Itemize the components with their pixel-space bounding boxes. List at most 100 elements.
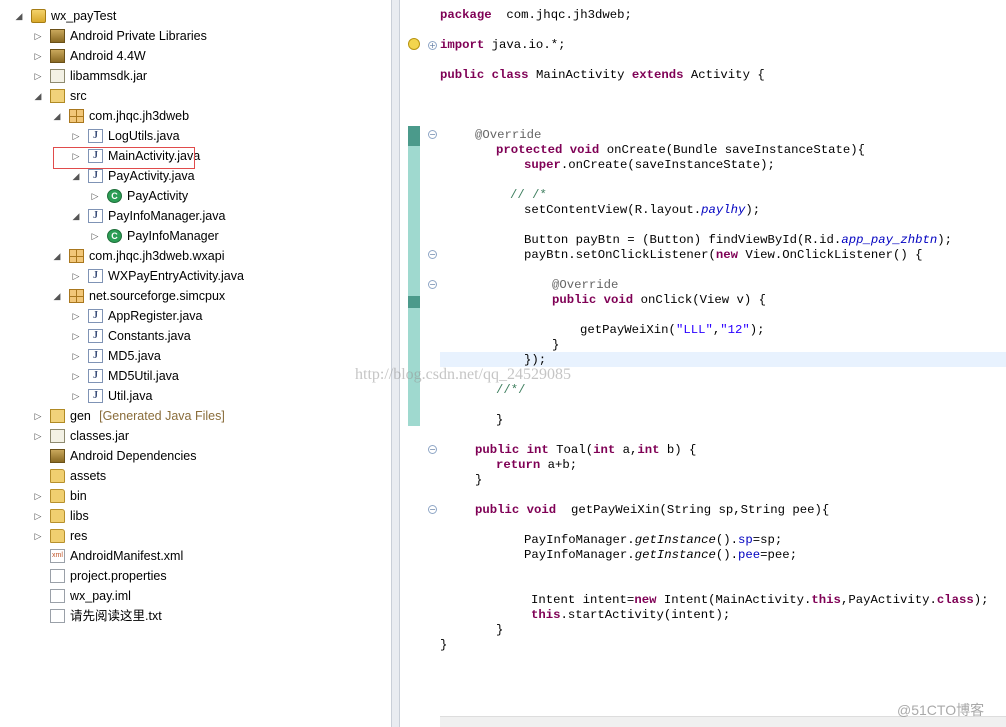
tree-item[interactable]: ▷ J WXPayEntryActivity.java [0, 266, 390, 286]
fold-expand-icon[interactable]: + [428, 41, 437, 50]
expanded-arrow-icon[interactable]: ◢ [71, 166, 81, 186]
file-icon [50, 569, 65, 583]
tree-item[interactable]: wx_pay.iml [0, 586, 390, 606]
tree-item[interactable]: ▷ Android 4.4W [0, 46, 390, 66]
collapsed-arrow-icon[interactable]: ▷ [33, 506, 43, 526]
tree-item[interactable]: ◢ J PayActivity.java [0, 166, 390, 186]
code-token: package [440, 8, 492, 22]
expanded-arrow-icon[interactable]: ◢ [14, 6, 24, 26]
expanded-arrow-icon[interactable]: ◢ [71, 206, 81, 226]
tree-item[interactable]: ▷ J Util.java [0, 386, 390, 406]
tree-item[interactable]: Android Dependencies [0, 446, 390, 466]
tree-item[interactable]: ◢ com.jhqc.jh3dweb [0, 106, 390, 126]
code-token: View.OnClickListener() { [738, 248, 923, 262]
tree-item[interactable]: ▷ libs [0, 506, 390, 526]
fold-collapse-icon[interactable]: − [428, 250, 437, 259]
collapsed-arrow-icon[interactable]: ▷ [90, 226, 100, 246]
collapsed-arrow-icon[interactable]: ▷ [33, 526, 43, 546]
code-line[interactable]: @Override [475, 128, 541, 143]
code-editor[interactable]: package com.jhqc.jh3dweb; import java.io.… [400, 0, 1006, 727]
selection-highlight-box [53, 147, 195, 169]
tree-item[interactable]: ▷ J MD5Util.java [0, 366, 390, 386]
code-line[interactable]: super.onCreate(saveInstanceState); [524, 158, 775, 173]
tree-item[interactable]: ▷ classes.jar [0, 426, 390, 446]
code-line[interactable]: public void getPayWeiXin(String sp,Strin… [475, 503, 829, 518]
code-line[interactable]: payBtn.setOnClickListener(new View.OnCli… [524, 248, 923, 263]
code-line[interactable]: } [475, 473, 482, 488]
tree-item-label: gen [70, 409, 91, 423]
tree-item[interactable]: ▷ bin [0, 486, 390, 506]
collapsed-arrow-icon[interactable]: ▷ [71, 346, 81, 366]
java-file-icon: J [88, 389, 103, 403]
code-line[interactable]: Button payBtn = (Button) findViewById(R.… [524, 233, 952, 248]
collapsed-arrow-icon[interactable]: ▷ [33, 426, 43, 446]
tree-item[interactable]: project.properties [0, 566, 390, 586]
tree-item[interactable]: ▷ res [0, 526, 390, 546]
tree-item[interactable]: ◢ J PayInfoManager.java [0, 206, 390, 226]
tree-item[interactable]: ▷ Android Private Libraries [0, 26, 390, 46]
tree-item[interactable]: ◢ src [0, 86, 390, 106]
tree-item[interactable]: ▷ gen [Generated Java Files] [0, 406, 390, 426]
code-line[interactable]: package com.jhqc.jh3dweb; [440, 8, 632, 23]
code-line[interactable]: setContentView(R.layout.paylhy); [524, 203, 760, 218]
collapsed-arrow-icon[interactable]: ▷ [71, 326, 81, 346]
corner-watermark: @51CTO博客 [897, 702, 985, 718]
code-token: import [440, 38, 485, 52]
collapsed-arrow-icon[interactable]: ▷ [33, 406, 43, 426]
java-file-icon: J [88, 209, 103, 223]
fold-collapse-icon[interactable]: − [428, 130, 437, 139]
collapsed-arrow-icon[interactable]: ▷ [33, 66, 43, 86]
collapsed-arrow-icon[interactable]: ▷ [71, 266, 81, 286]
code-token: int [593, 443, 616, 457]
code-token: "12" [720, 323, 750, 337]
warning-icon[interactable] [408, 38, 420, 50]
code-line[interactable]: public void onClick(View v) { [552, 293, 766, 308]
tree-item[interactable]: assets [0, 466, 390, 486]
expanded-arrow-icon[interactable]: ◢ [52, 106, 62, 126]
code-line[interactable]: } [552, 338, 559, 353]
code-line[interactable]: protected void onCreate(Bundle saveInsta… [496, 143, 865, 158]
collapsed-arrow-icon[interactable]: ▷ [33, 26, 43, 46]
expanded-arrow-icon[interactable]: ◢ [52, 246, 62, 266]
collapsed-arrow-icon[interactable]: ▷ [71, 126, 81, 146]
expanded-arrow-icon[interactable]: ◢ [52, 286, 62, 306]
tree-item[interactable]: ▷ C PayInfoManager [0, 226, 390, 246]
code-line[interactable]: public class MainActivity extends Activi… [440, 68, 765, 83]
collapsed-arrow-icon[interactable]: ▷ [90, 186, 100, 206]
code-line[interactable]: PayInfoManager.getInstance().sp=sp; [524, 533, 782, 548]
code-line[interactable]: import java.io.*; [440, 38, 565, 53]
tree-item[interactable]: ▷ J LogUtils.java [0, 126, 390, 146]
collapsed-arrow-icon[interactable]: ▷ [71, 366, 81, 386]
code-line[interactable]: @Override [552, 278, 618, 293]
tree-item[interactable]: ▷ J AppRegister.java [0, 306, 390, 326]
tree-item[interactable]: ◢ net.sourceforge.simcpux [0, 286, 390, 306]
collapsed-arrow-icon[interactable]: ▷ [71, 386, 81, 406]
code-line[interactable]: getPayWeiXin("LLL","12"); [580, 323, 765, 338]
code-line[interactable]: return a+b; [496, 458, 577, 473]
tree-item[interactable]: ◢ wx_payTest [0, 6, 390, 26]
collapsed-arrow-icon[interactable]: ▷ [71, 306, 81, 326]
code-line[interactable]: } [496, 623, 503, 638]
code-line[interactable]: } [440, 638, 447, 653]
code-line[interactable]: //*/ [496, 383, 526, 398]
code-line[interactable]: Intent intent=new Intent(MainActivity.th… [531, 593, 989, 608]
fold-collapse-icon[interactable]: − [428, 505, 437, 514]
collapsed-arrow-icon[interactable]: ▷ [33, 46, 43, 66]
expanded-arrow-icon[interactable]: ◢ [33, 86, 43, 106]
tree-item[interactable]: ▷ J MD5.java [0, 346, 390, 366]
code-line[interactable]: this.startActivity(intent); [531, 608, 730, 623]
code-line[interactable]: PayInfoManager.getInstance().pee=pee; [524, 548, 797, 563]
tree-item[interactable]: ◢ com.jhqc.jh3dweb.wxapi [0, 246, 390, 266]
tree-item[interactable]: ▷ J Constants.java [0, 326, 390, 346]
tree-item[interactable]: 请先阅读这里.txt [0, 606, 390, 626]
code-line[interactable]: // /* [510, 188, 547, 203]
tree-item[interactable]: xml AndroidManifest.xml [0, 546, 390, 566]
tree-item[interactable]: ▷ libammsdk.jar [0, 66, 390, 86]
fold-collapse-icon[interactable]: − [428, 280, 437, 289]
code-line[interactable]: public int Toal(int a,int b) { [475, 443, 696, 458]
tree-item[interactable]: ▷ C PayActivity [0, 186, 390, 206]
fold-collapse-icon[interactable]: − [428, 445, 437, 454]
code-line[interactable]: } [496, 413, 503, 428]
collapsed-arrow-icon[interactable]: ▷ [33, 486, 43, 506]
pane-divider[interactable] [391, 0, 400, 727]
